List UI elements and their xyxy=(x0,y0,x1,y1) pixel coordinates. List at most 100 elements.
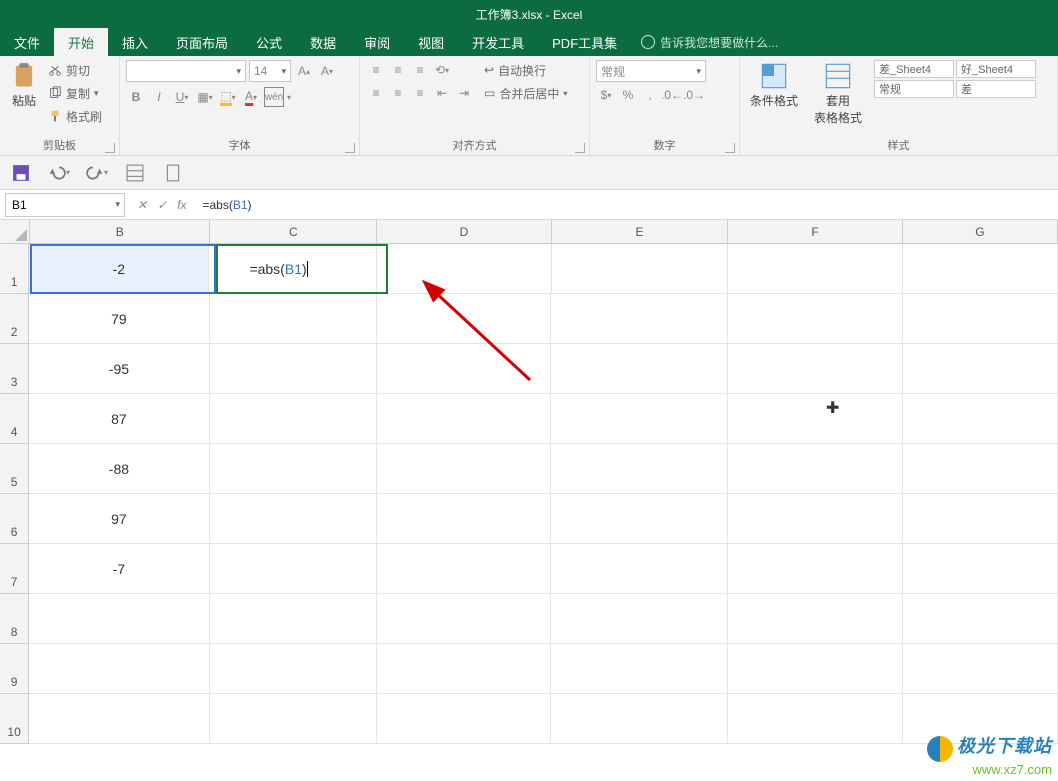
cell-C1[interactable]: =abs(B1) xyxy=(209,244,377,294)
cell-F6[interactable] xyxy=(728,494,903,544)
tab-developer[interactable]: 开发工具 xyxy=(458,28,538,56)
qat-button5[interactable] xyxy=(162,162,184,184)
cell-C8[interactable] xyxy=(210,594,377,644)
row-header-7[interactable]: 7 xyxy=(0,544,29,594)
orientation-button[interactable]: ⟲▾ xyxy=(432,60,452,80)
bold-button[interactable]: B xyxy=(126,87,146,107)
cell-F7[interactable] xyxy=(728,544,903,594)
cell-D4[interactable] xyxy=(377,394,552,444)
tab-page-layout[interactable]: 页面布局 xyxy=(162,28,242,56)
cell-E2[interactable] xyxy=(551,294,728,344)
row-header-9[interactable]: 9 xyxy=(0,644,29,694)
row-header-8[interactable]: 8 xyxy=(0,594,29,644)
cell-B5[interactable]: -88 xyxy=(29,444,210,494)
cell-E6[interactable] xyxy=(551,494,728,544)
style-bad-sheet4[interactable]: 差_Sheet4 xyxy=(874,60,954,78)
tab-home[interactable]: 开始 xyxy=(54,28,108,56)
cell-F3[interactable] xyxy=(728,344,903,394)
number-format-combo[interactable]: 常规▾ xyxy=(596,60,706,82)
conditional-format-button[interactable]: 条件格式 xyxy=(746,60,802,128)
decrease-indent-button[interactable]: ⇤ xyxy=(432,83,452,103)
fill-color-button[interactable]: ⬚▾ xyxy=(218,87,238,107)
undo-button[interactable]: ▾ xyxy=(48,162,70,184)
cell-C2[interactable] xyxy=(210,294,377,344)
tab-file[interactable]: 文件 xyxy=(0,28,54,56)
cell-E8[interactable] xyxy=(551,594,728,644)
insert-function-button[interactable]: fx xyxy=(177,198,186,212)
select-all-button[interactable] xyxy=(0,220,30,244)
cell-E3[interactable] xyxy=(551,344,728,394)
cell-G2[interactable] xyxy=(903,294,1058,344)
increase-font-button[interactable]: A▴ xyxy=(294,61,314,81)
cell-E9[interactable] xyxy=(551,644,728,694)
align-bottom-button[interactable]: ≡ xyxy=(410,60,430,80)
cell-G7[interactable] xyxy=(903,544,1058,594)
cell-B3[interactable]: -95 xyxy=(29,344,210,394)
dialog-launcher-icon[interactable] xyxy=(575,143,585,153)
cell-G5[interactable] xyxy=(903,444,1058,494)
col-header-E[interactable]: E xyxy=(552,220,729,244)
cell-C10[interactable] xyxy=(210,694,377,744)
col-header-D[interactable]: D xyxy=(377,220,552,244)
cell-E5[interactable] xyxy=(551,444,728,494)
cell-D6[interactable] xyxy=(377,494,552,544)
cell-D1[interactable] xyxy=(377,244,552,294)
cell-B4[interactable]: 87 xyxy=(29,394,210,444)
align-left-button[interactable]: ≡ xyxy=(366,83,386,103)
increase-decimal-button[interactable]: .0← xyxy=(662,85,682,105)
cell-F1[interactable] xyxy=(728,244,903,294)
style-bad[interactable]: 差 xyxy=(956,80,1036,98)
cell-F5[interactable] xyxy=(728,444,903,494)
cell-C3[interactable] xyxy=(210,344,377,394)
align-center-button[interactable]: ≡ xyxy=(388,83,408,103)
formula-input[interactable]: =abs(B1) xyxy=(198,198,1058,212)
row-header-2[interactable]: 2 xyxy=(0,294,29,344)
comma-format-button[interactable]: , xyxy=(640,85,660,105)
save-button[interactable] xyxy=(10,162,32,184)
cell-C7[interactable] xyxy=(210,544,377,594)
border-button[interactable]: ▦▾ xyxy=(195,87,215,107)
redo-button[interactable]: ▾ xyxy=(86,162,108,184)
paste-button[interactable]: 粘贴 xyxy=(6,60,42,111)
cell-G9[interactable] xyxy=(903,644,1058,694)
increase-indent-button[interactable]: ⇥ xyxy=(454,83,474,103)
cell-E7[interactable] xyxy=(551,544,728,594)
cell-B9[interactable] xyxy=(29,644,210,694)
cell-B1[interactable]: -2 xyxy=(29,244,209,294)
row-header-6[interactable]: 6 xyxy=(0,494,29,544)
font-name-combo[interactable]: ▾ xyxy=(126,60,246,82)
italic-button[interactable]: I xyxy=(149,87,169,107)
tab-formulas[interactable]: 公式 xyxy=(242,28,296,56)
col-header-C[interactable]: C xyxy=(210,220,377,244)
cell-F10[interactable] xyxy=(728,694,903,744)
cell-D9[interactable] xyxy=(377,644,552,694)
row-header-4[interactable]: 4 xyxy=(0,394,29,444)
underline-button[interactable]: U▾ xyxy=(172,87,192,107)
cut-button[interactable]: 剪切 xyxy=(48,60,102,80)
cell-D8[interactable] xyxy=(377,594,552,644)
tab-view[interactable]: 视图 xyxy=(404,28,458,56)
accounting-format-button[interactable]: $▾ xyxy=(596,85,616,105)
cell-F8[interactable] xyxy=(728,594,903,644)
align-right-button[interactable]: ≡ xyxy=(410,83,430,103)
name-box[interactable]: B1 ▾ xyxy=(5,193,125,217)
cell-D2[interactable] xyxy=(377,294,552,344)
cell-D7[interactable] xyxy=(377,544,552,594)
cell-D5[interactable] xyxy=(377,444,552,494)
cell-B2[interactable]: 79 xyxy=(29,294,210,344)
format-as-table-button[interactable]: 套用 表格格式 xyxy=(810,60,866,128)
cell-E1[interactable] xyxy=(552,244,728,294)
tab-pdf-tools[interactable]: PDF工具集 xyxy=(538,28,631,56)
col-header-B[interactable]: B xyxy=(30,220,210,244)
font-size-combo[interactable]: 14▾ xyxy=(249,60,291,82)
copy-button[interactable]: 复制▾ xyxy=(48,83,102,103)
col-header-G[interactable]: G xyxy=(903,220,1058,244)
tab-insert[interactable]: 插入 xyxy=(108,28,162,56)
phonetic-button[interactable]: wén xyxy=(264,87,284,107)
cell-F4[interactable] xyxy=(728,394,903,444)
cell-B8[interactable] xyxy=(29,594,210,644)
row-header-3[interactable]: 3 xyxy=(0,344,29,394)
cell-F9[interactable] xyxy=(728,644,903,694)
cancel-formula-button[interactable]: ✕ xyxy=(137,198,147,212)
cell-C9[interactable] xyxy=(210,644,377,694)
